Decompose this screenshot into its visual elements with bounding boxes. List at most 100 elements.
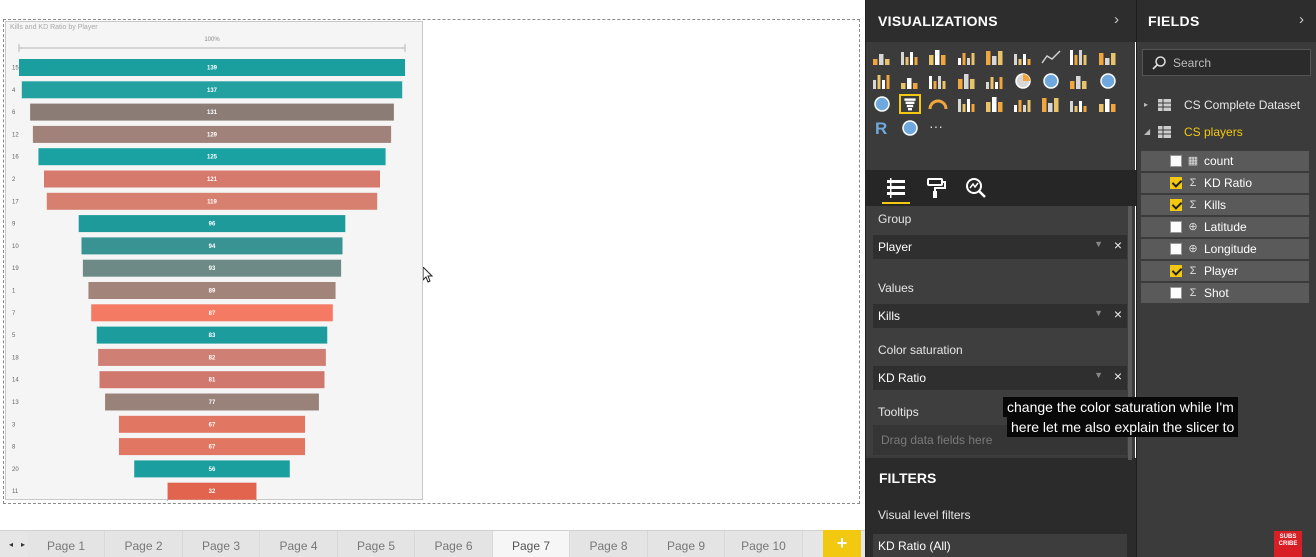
search-icon xyxy=(1152,56,1166,70)
stacked-area-icon[interactable] xyxy=(1097,47,1119,67)
r-script-icon[interactable]: R xyxy=(871,118,893,138)
field-item[interactable]: Σ Shot xyxy=(1141,283,1309,303)
group-remove-icon[interactable]: × xyxy=(1114,237,1122,253)
100-bar-icon[interactable] xyxy=(984,47,1006,67)
format-paint-roller-icon[interactable] xyxy=(924,176,948,200)
funnel-icon[interactable] xyxy=(899,94,922,114)
field-item[interactable]: ⊕ Latitude xyxy=(1141,217,1309,237)
report-canvas[interactable]: Kills and KD Ratio by Player 100% 15 139 4 1… xyxy=(0,0,865,525)
player-label: 12 xyxy=(12,132,19,138)
line-chart-icon[interactable] xyxy=(1040,47,1062,67)
search-input[interactable] xyxy=(1173,54,1303,72)
clustered-bar-icon[interactable] xyxy=(927,47,949,67)
analytics-magnifier-icon[interactable] xyxy=(964,176,988,200)
color-saturation-remove-icon[interactable]: × xyxy=(1114,368,1122,384)
line-stacked-column-icon[interactable] xyxy=(899,71,921,91)
table-icon[interactable] xyxy=(1068,94,1090,114)
bar-value-label: 119 xyxy=(207,199,217,205)
field-item[interactable]: Σ Player xyxy=(1141,261,1309,281)
player-label: 6 xyxy=(12,110,16,116)
kpi-icon[interactable] xyxy=(1012,94,1034,114)
gauge-icon[interactable] xyxy=(927,94,949,114)
100-column-icon[interactable] xyxy=(1012,47,1034,67)
multirow-card-icon[interactable] xyxy=(984,94,1006,114)
caption-line-2: here let me also explain the slicer to xyxy=(1007,417,1239,437)
bar-value-label: 139 xyxy=(207,66,218,72)
pie-chart-icon[interactable] xyxy=(1012,71,1034,91)
page-tab[interactable]: Page 8 xyxy=(570,531,648,557)
collapse-fields-icon[interactable]: › xyxy=(1299,11,1304,28)
page-tab[interactable]: Page 2 xyxy=(105,531,183,557)
color-saturation-dropdown-icon[interactable]: ▼ xyxy=(1094,370,1103,380)
table-node[interactable]: ▸ CS Complete Dataset xyxy=(1137,95,1316,117)
page-tab[interactable]: Page 4 xyxy=(260,531,338,557)
scatter-icon[interactable] xyxy=(984,71,1006,91)
table-column-icon: ▦ xyxy=(1187,155,1199,167)
funnel-chart[interactable]: 100%15 1394 1376 13112 12916 1252 12117 1199 961… xyxy=(6,22,424,501)
field-label: KD Ratio xyxy=(1204,176,1253,190)
matrix-icon[interactable] xyxy=(1097,94,1119,114)
bar-value-label: 67 xyxy=(209,422,216,428)
card-icon[interactable] xyxy=(956,94,978,114)
field-checkbox[interactable] xyxy=(1170,221,1182,233)
subscribe-badge[interactable]: SUBS CRIBE xyxy=(1274,531,1302,557)
funnel-visual[interactable]: Kills and KD Ratio by Player 100% 15 139 4 1… xyxy=(5,21,424,501)
more-icon[interactable]: ··· xyxy=(927,118,949,138)
field-checkbox[interactable] xyxy=(1170,155,1182,167)
player-label: 18 xyxy=(12,355,19,361)
player-label: 4 xyxy=(12,88,16,94)
donut-chart-icon[interactable] xyxy=(1040,71,1062,91)
field-checkbox[interactable] xyxy=(1170,287,1182,299)
player-label: 5 xyxy=(12,333,16,339)
field-checkbox[interactable] xyxy=(1170,243,1182,255)
collapse-visualizations-icon[interactable]: › xyxy=(1114,11,1119,28)
line-column-icon[interactable] xyxy=(871,71,893,91)
map-icon[interactable] xyxy=(1097,71,1119,91)
ribbon-chart-icon[interactable] xyxy=(927,71,949,91)
slicer-icon[interactable] xyxy=(1040,94,1062,114)
field-item[interactable]: Σ Kills xyxy=(1141,195,1309,215)
values-well-label: Values xyxy=(878,281,914,295)
page-tab[interactable]: Page 3 xyxy=(183,531,260,557)
sigma-icon: Σ xyxy=(1189,177,1197,189)
kd-ratio-filter-label: KD Ratio (All) xyxy=(878,539,951,553)
stacked-column-icon[interactable] xyxy=(899,47,921,67)
field-item[interactable]: Σ KD Ratio xyxy=(1141,173,1309,193)
field-checkbox[interactable] xyxy=(1170,265,1182,277)
treemap-icon[interactable] xyxy=(1068,71,1090,91)
field-checkbox[interactable] xyxy=(1170,199,1182,211)
field-checkbox[interactable] xyxy=(1170,177,1182,189)
stacked-bar-icon[interactable] xyxy=(871,47,893,67)
field-label: Player xyxy=(1204,264,1239,278)
kd-ratio-filter-card[interactable]: KD Ratio (All) xyxy=(873,534,1127,557)
values-remove-icon[interactable]: × xyxy=(1114,306,1122,322)
bar-value-label: 82 xyxy=(209,355,216,361)
table-expander-icon[interactable]: ◢ xyxy=(1144,127,1150,136)
area-chart-icon[interactable] xyxy=(1068,47,1090,67)
page-tab[interactable]: Page 9 xyxy=(648,531,725,557)
filled-map-icon[interactable] xyxy=(871,94,893,114)
page-tab[interactable]: Page 6 xyxy=(415,531,493,557)
clustered-column-icon[interactable] xyxy=(956,47,978,67)
group-well[interactable]: Player ▼ × xyxy=(873,235,1127,259)
group-dropdown-icon[interactable]: ▼ xyxy=(1094,239,1103,249)
player-label: 14 xyxy=(12,378,19,384)
page-tab[interactable]: Page 1 xyxy=(28,531,105,557)
page-tab[interactable]: Page 7 xyxy=(493,531,570,557)
values-dropdown-icon[interactable]: ▼ xyxy=(1094,308,1103,318)
add-page-button[interactable]: + xyxy=(823,530,861,557)
page-tab[interactable]: Page 5 xyxy=(338,531,415,557)
color-saturation-well[interactable]: KD Ratio ▼ × xyxy=(873,366,1127,390)
waterfall-icon[interactable] xyxy=(956,71,978,91)
table-node[interactable]: ◢ CS players xyxy=(1137,122,1316,144)
visualizations-title: VISUALIZATIONS xyxy=(878,13,998,29)
fields-search-box[interactable] xyxy=(1142,49,1311,76)
field-item[interactable]: ⊕ Longitude xyxy=(1141,239,1309,259)
globe-icon[interactable] xyxy=(899,118,921,138)
values-well[interactable]: Kills ▼ × xyxy=(873,304,1127,328)
table-expander-icon[interactable]: ▸ xyxy=(1144,100,1148,109)
fields-tab-icon[interactable] xyxy=(884,176,908,200)
field-item[interactable]: ▦ count xyxy=(1141,151,1309,171)
color-saturation-label: Color saturation xyxy=(878,343,963,357)
page-tab[interactable]: Page 10 xyxy=(725,531,803,557)
